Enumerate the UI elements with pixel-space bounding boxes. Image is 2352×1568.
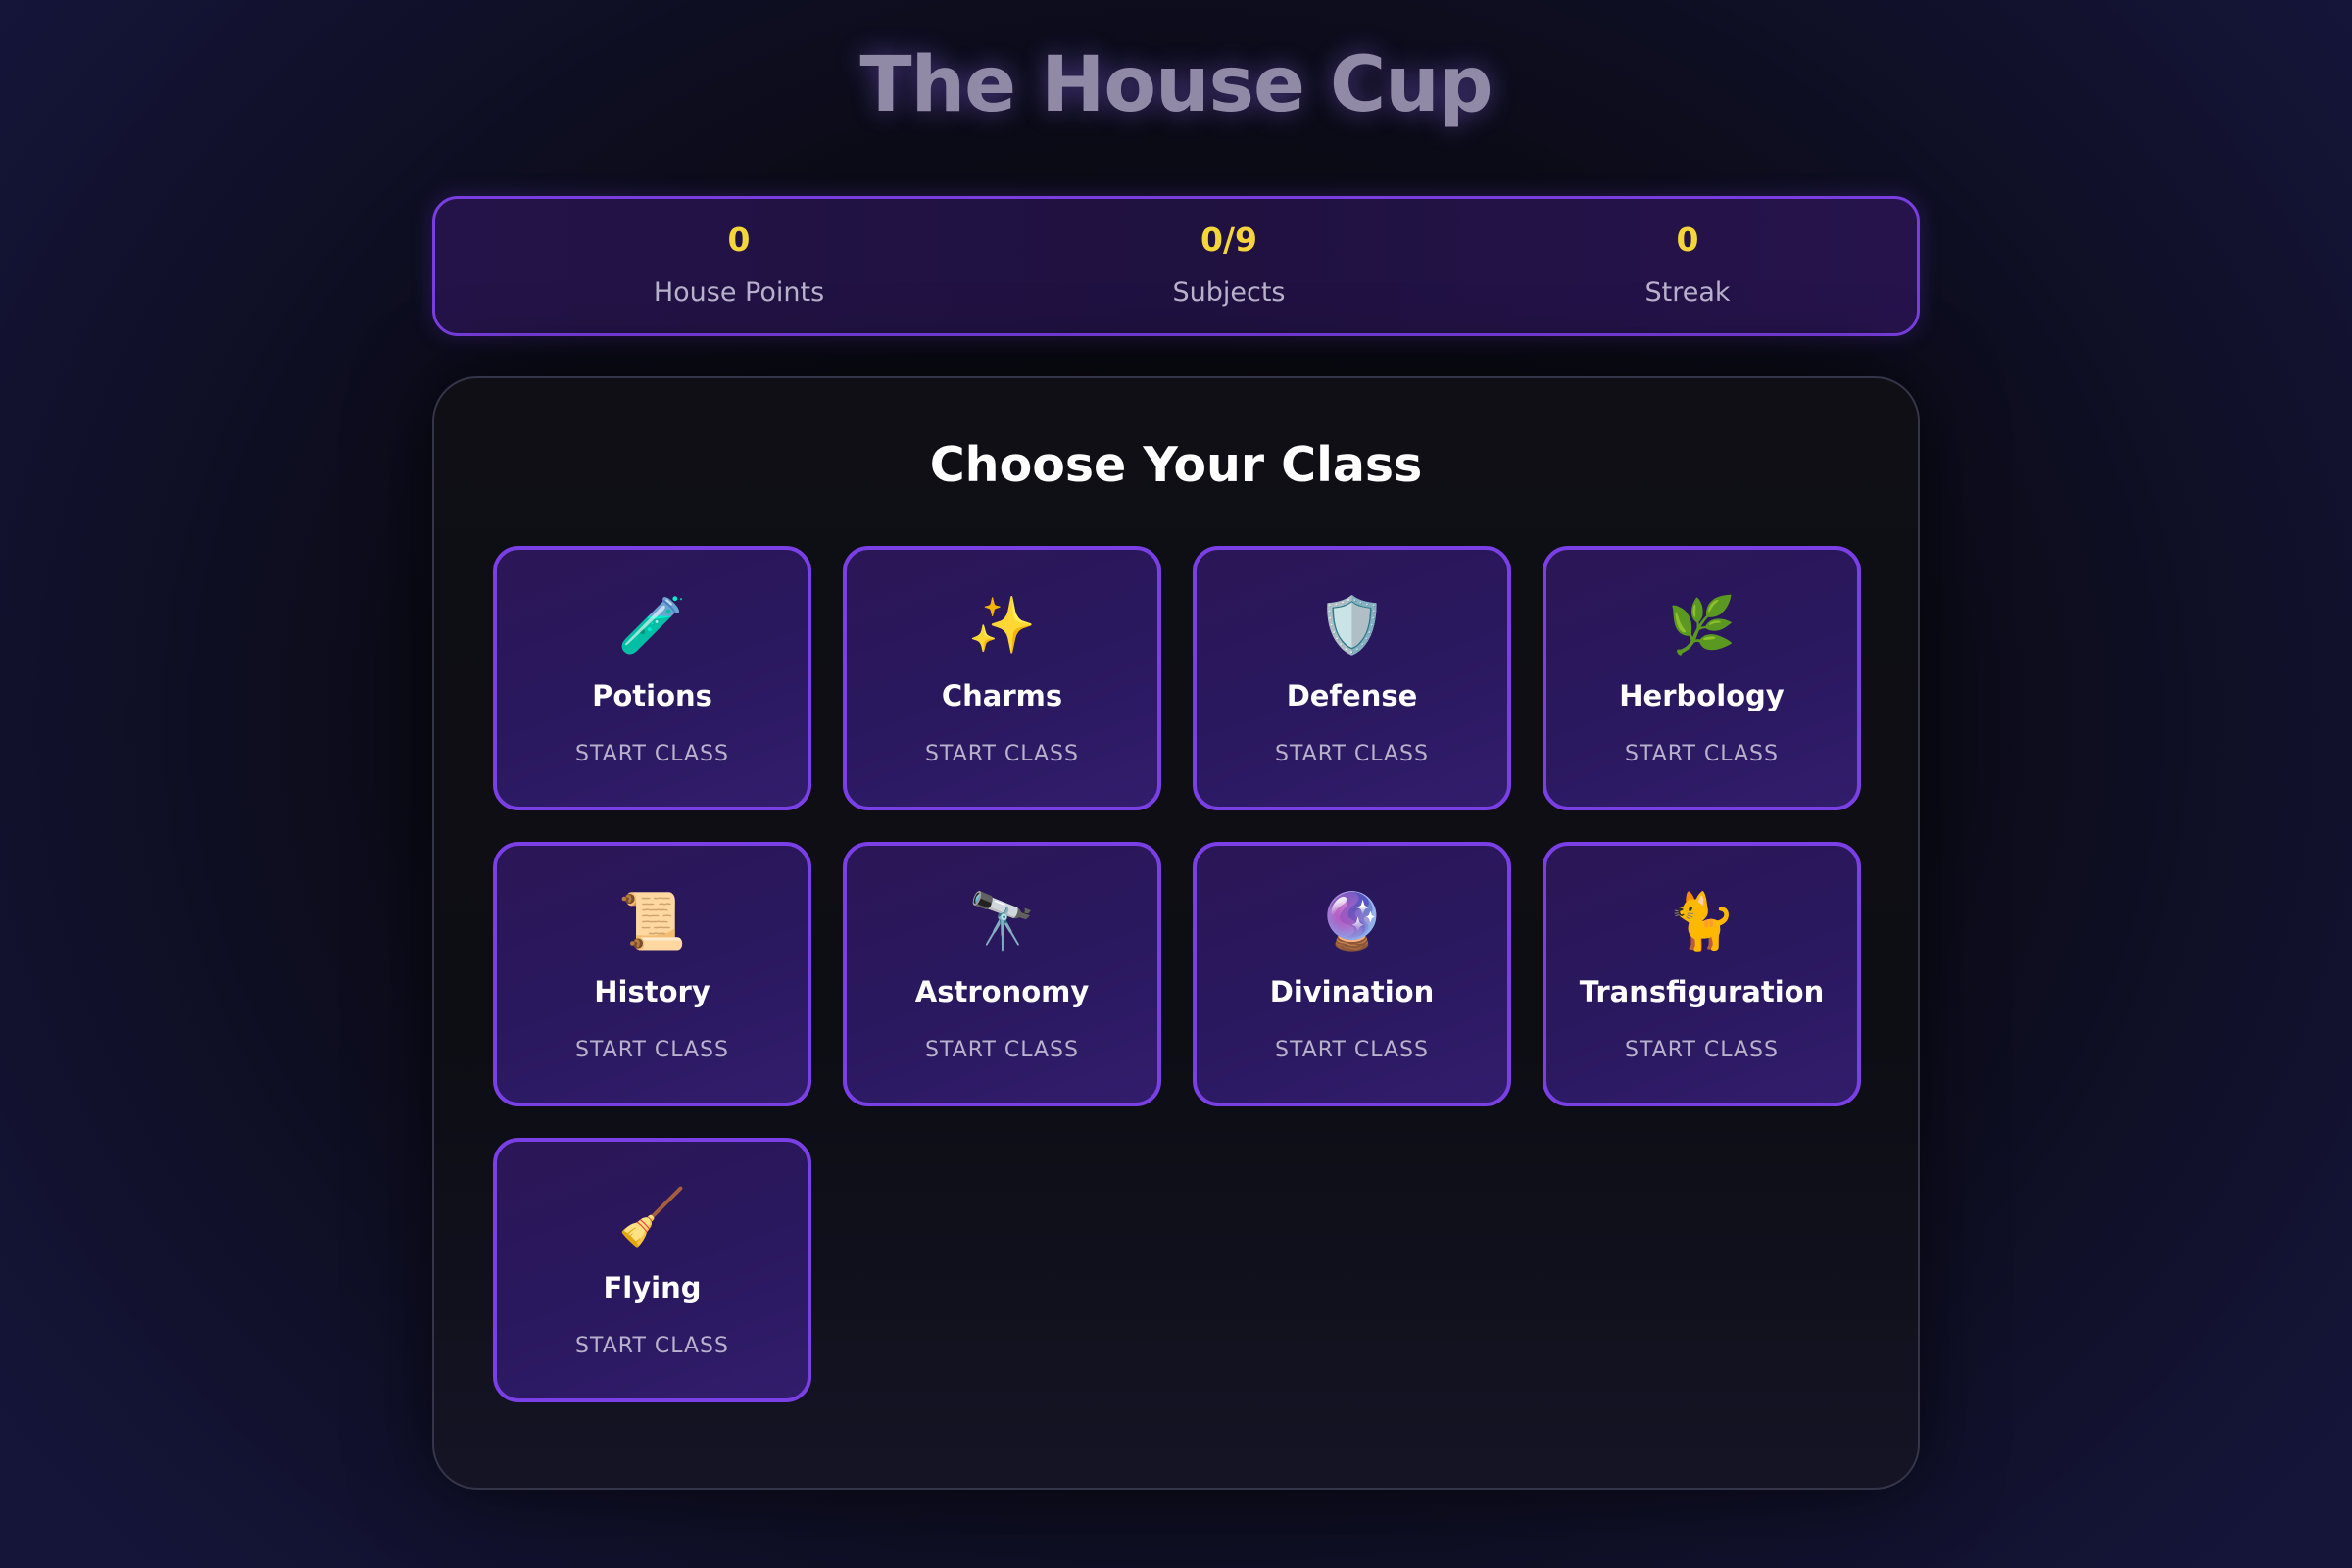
- sparkles-icon: ✨: [967, 594, 1037, 658]
- crystal-ball-icon: 🔮: [1317, 890, 1387, 954]
- herb-icon: 🌿: [1667, 594, 1737, 658]
- stat-value: 0/9: [1200, 220, 1257, 259]
- start-class-button[interactable]: START CLASS: [1546, 1038, 1857, 1062]
- stat-label: Subjects: [1172, 277, 1286, 308]
- start-class-button[interactable]: START CLASS: [497, 742, 808, 766]
- start-class-button[interactable]: START CLASS: [497, 1038, 808, 1062]
- class-grid: 🧪 Potions START CLASS ✨ Charms START CLA…: [493, 546, 1861, 1402]
- class-name: Flying: [603, 1271, 702, 1304]
- class-name: Potions: [592, 679, 712, 712]
- class-name: Defense: [1286, 679, 1418, 712]
- start-class-button[interactable]: START CLASS: [1197, 1038, 1507, 1062]
- class-card-potions[interactable]: 🧪 Potions START CLASS: [493, 546, 811, 810]
- class-name: Transfiguration: [1579, 975, 1825, 1008]
- class-card-defense[interactable]: 🛡️ Defense START CLASS: [1193, 546, 1511, 810]
- stat-label: House Points: [653, 277, 825, 308]
- stat-house-points: 0 House Points: [533, 199, 945, 333]
- start-class-button[interactable]: START CLASS: [1546, 742, 1857, 766]
- test-tube-icon: 🧪: [617, 594, 687, 658]
- class-name: Charms: [941, 679, 1063, 712]
- class-card-divination[interactable]: 🔮 Divination START CLASS: [1193, 842, 1511, 1106]
- class-card-history[interactable]: 📜 History START CLASS: [493, 842, 811, 1106]
- cat-icon: 🐈: [1667, 890, 1737, 954]
- shield-icon: 🛡️: [1317, 594, 1387, 658]
- class-card-charms[interactable]: ✨ Charms START CLASS: [843, 546, 1161, 810]
- class-name: Astronomy: [914, 975, 1090, 1008]
- class-card-herbology[interactable]: 🌿 Herbology START CLASS: [1543, 546, 1861, 810]
- broom-icon: 🧹: [617, 1186, 687, 1250]
- stat-label: Streak: [1644, 277, 1731, 308]
- scroll-icon: 📜: [617, 890, 687, 954]
- class-card-transfiguration[interactable]: 🐈 Transfiguration START CLASS: [1543, 842, 1861, 1106]
- page-title: The House Cup: [859, 41, 1493, 129]
- class-name: Divination: [1269, 975, 1435, 1008]
- telescope-icon: 🔭: [967, 890, 1037, 954]
- start-class-button[interactable]: START CLASS: [497, 1334, 808, 1358]
- start-class-button[interactable]: START CLASS: [1197, 742, 1507, 766]
- stats-bar: 0 House Points 0/9 Subjects 0 Streak: [432, 196, 1920, 336]
- class-name: History: [594, 975, 710, 1008]
- class-panel: Choose Your Class 🧪 Potions START CLASS …: [432, 376, 1920, 1490]
- stat-value: 0: [727, 220, 751, 259]
- panel-title: Choose Your Class: [929, 437, 1423, 493]
- start-class-button[interactable]: START CLASS: [847, 1038, 1157, 1062]
- class-card-astronomy[interactable]: 🔭 Astronomy START CLASS: [843, 842, 1161, 1106]
- stat-value: 0: [1676, 220, 1699, 259]
- class-name: Herbology: [1619, 679, 1785, 712]
- stat-subjects: 0/9 Subjects: [1023, 199, 1435, 333]
- start-class-button[interactable]: START CLASS: [847, 742, 1157, 766]
- stat-streak: 0 Streak: [1482, 199, 1893, 333]
- class-card-flying[interactable]: 🧹 Flying START CLASS: [493, 1138, 811, 1402]
